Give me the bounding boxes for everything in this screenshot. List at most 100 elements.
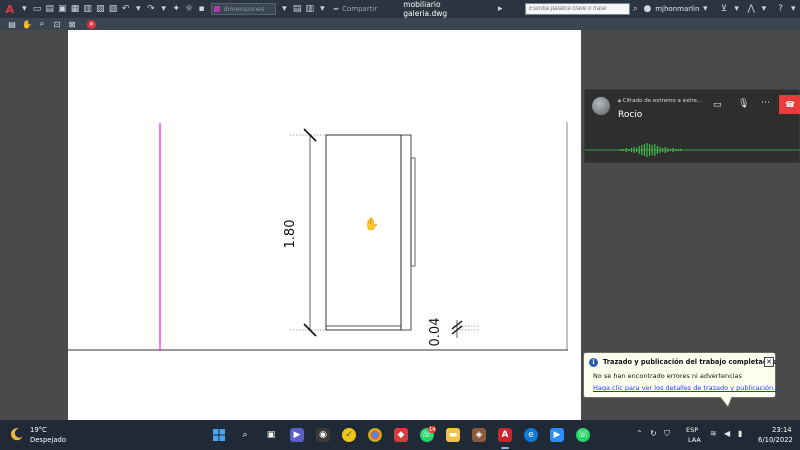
- app-menu-chevron-icon[interactable]: ▾: [19, 2, 31, 16]
- plot-preview-icon[interactable]: ▤: [291, 2, 303, 16]
- info-icon: i: [589, 358, 598, 367]
- autodesk-app-icon[interactable]: ⋀: [745, 2, 757, 16]
- pan-hand-icon[interactable]: ✋: [21, 19, 33, 29]
- cabinet-handle: [410, 157, 416, 267]
- notification-close-button[interactable]: ✕: [764, 357, 774, 367]
- volume-icon[interactable]: ◀︎: [724, 429, 730, 438]
- cart-dropdown-icon[interactable]: ▾: [731, 2, 743, 16]
- cabinet-front: [325, 134, 402, 331]
- moon-weather-icon[interactable]: [10, 427, 24, 441]
- autocad-logo-icon[interactable]: A: [2, 2, 18, 16]
- phone-hangup-icon: ☎︎: [785, 100, 795, 109]
- zoom-icon[interactable]: ⌕: [36, 19, 48, 29]
- notification-message: No se han encontrado errores ni adverten…: [593, 372, 742, 380]
- camera-app-icon[interactable]: ◉: [316, 428, 330, 442]
- whatsapp-2-icon[interactable]: ☏: [576, 428, 590, 442]
- autocad-taskbar-icon[interactable]: A: [498, 428, 512, 442]
- encryption-label: 🔒︎ Cifrado de extremo a extre...: [618, 98, 702, 105]
- plot-icon[interactable]: ▨: [107, 2, 119, 16]
- layer-color-swatch: [214, 6, 221, 12]
- zoom-app-icon[interactable]: ▶: [550, 428, 564, 442]
- app-dropdown-icon[interactable]: ▾: [758, 2, 770, 16]
- video-camera-icon[interactable]: ▭: [713, 100, 722, 110]
- battery-icon[interactable]: ▮: [738, 429, 742, 438]
- open-web-icon[interactable]: ▥: [82, 2, 94, 16]
- caller-avatar: [592, 97, 610, 115]
- edge-icon[interactable]: e: [524, 428, 538, 442]
- windows-taskbar: 19°C Despejado ⌕ ▣ ▶ ◉ ✓ ◆ ☏ 14 ▬ ◈ A e …: [0, 420, 800, 450]
- sun-icon[interactable]: ☼: [183, 2, 195, 16]
- layer-name: dimensiones: [223, 5, 265, 13]
- save-icon[interactable]: ▣: [57, 2, 69, 16]
- title-bar: A ▾ ▭ ▤ ▣ ▦ ▥ ▧ ▨ ↶ ▾ ↷ ▾ ✦ ☼ ▪ dimensio…: [0, 0, 800, 18]
- norton-icon[interactable]: ✓: [342, 428, 356, 442]
- save-web-icon[interactable]: ▧: [94, 2, 106, 16]
- search-taskbar-icon[interactable]: ⌕: [238, 428, 252, 442]
- share-icon: ➦: [333, 5, 340, 13]
- redo-dropdown-icon[interactable]: ▾: [158, 2, 170, 16]
- help-icon[interactable]: ?: [775, 2, 787, 16]
- clock-date[interactable]: 6/10/2022: [758, 436, 793, 444]
- lock-layer-icon[interactable]: ▪: [196, 2, 208, 16]
- caller-name: Rocio: [618, 110, 643, 120]
- clock-time[interactable]: 23:14: [772, 426, 792, 434]
- teams-chat-icon[interactable]: ▶: [290, 428, 304, 442]
- chrome-icon[interactable]: [368, 428, 382, 442]
- call-popup: 🔒︎ Cifrado de extremo a extre... Rocio ▭…: [584, 89, 800, 163]
- plot-notification: i Trazado y publicación del trabajo comp…: [583, 352, 779, 398]
- hangup-button[interactable]: ☎︎: [779, 95, 800, 114]
- user-name[interactable]: mjhonmarlin: [655, 5, 699, 13]
- customize-icon[interactable]: ▾: [317, 2, 329, 16]
- more-options-icon[interactable]: ⋯: [761, 98, 770, 108]
- encryption-text: Cifrado de extremo a extre...: [622, 98, 703, 104]
- new-file-icon[interactable]: ▭: [31, 2, 43, 16]
- pan-cursor-icon: ✋: [364, 217, 379, 231]
- layer-dropdown[interactable]: dimensiones: [211, 3, 276, 15]
- layer-dropdown-chevron-icon[interactable]: ▾: [279, 2, 291, 16]
- share-label: Compartir: [342, 5, 378, 13]
- game-app-icon[interactable]: ◈: [472, 428, 486, 442]
- plot-preview-paper[interactable]: 1.80 0.04 ✋: [68, 30, 581, 420]
- redo-icon[interactable]: ↷: [145, 2, 157, 16]
- task-view-icon[interactable]: ▣: [264, 428, 278, 442]
- undo-dropdown-icon[interactable]: ▾: [132, 2, 144, 16]
- notification-details-link[interactable]: Haga clic para ver los detalles de traza…: [593, 384, 779, 392]
- undo-icon[interactable]: ↶: [120, 2, 132, 16]
- share-button[interactable]: ➦ Compartir: [333, 5, 377, 13]
- dim-text-vertical: 1.80: [283, 220, 298, 249]
- notification-tail: [720, 397, 733, 408]
- notification-title: Trazado y publicación del trabajo comple…: [603, 358, 776, 366]
- print-icon[interactable]: ▥: [304, 2, 316, 16]
- microphone-icon[interactable]: 🎙︎: [738, 99, 749, 109]
- help-dropdown-icon[interactable]: ▾: [787, 2, 799, 16]
- lock-icon: 🔒︎: [618, 98, 621, 104]
- zoom-window-icon[interactable]: ⊡: [51, 19, 63, 29]
- autocad-window: A ▾ ▭ ▤ ▣ ▦ ▥ ▧ ▨ ↶ ▾ ↷ ▾ ✦ ☼ ▪ dimensio…: [0, 0, 800, 450]
- cad-drawing: 1.80 0.04 ✋: [68, 122, 568, 351]
- tray-sync-icon[interactable]: ↻: [650, 429, 657, 438]
- file-explorer-icon[interactable]: ▬: [446, 428, 460, 442]
- search-expand-icon[interactable]: ▸: [494, 2, 506, 16]
- keyboard-layout[interactable]: LAA: [688, 436, 701, 444]
- lightbulb-icon[interactable]: ✦: [170, 2, 182, 16]
- language-code[interactable]: ESP: [686, 426, 698, 434]
- weather-description[interactable]: Despejado: [30, 436, 66, 444]
- zoom-extents-icon[interactable]: ⊠: [66, 19, 78, 29]
- print-preview-icon[interactable]: ▤: [6, 19, 18, 29]
- close-preview-icon[interactable]: ✕: [87, 19, 96, 29]
- preview-toolbar: ▤ ✋ ⌕ ⊡ ⊠ ✕: [0, 18, 800, 30]
- weather-temperature[interactable]: 19°C: [30, 426, 47, 434]
- save-as-icon[interactable]: ▦: [69, 2, 81, 16]
- user-icon[interactable]: ●: [642, 2, 654, 16]
- wifi-icon[interactable]: ≋: [710, 429, 717, 438]
- tray-shield-icon[interactable]: ⛉: [664, 429, 670, 439]
- search-icon[interactable]: ⌕: [633, 4, 637, 14]
- open-file-icon[interactable]: ▤: [44, 2, 56, 16]
- app-red-icon[interactable]: ◆: [394, 428, 408, 442]
- windows-start-icon[interactable]: [212, 428, 226, 442]
- cart-icon[interactable]: ⊻: [718, 2, 730, 16]
- cabinet-side: [400, 134, 412, 331]
- user-dropdown-icon[interactable]: ▾: [699, 2, 711, 16]
- tray-chevron-up-icon[interactable]: ⌃: [636, 429, 643, 438]
- help-search-input[interactable]: [525, 3, 631, 15]
